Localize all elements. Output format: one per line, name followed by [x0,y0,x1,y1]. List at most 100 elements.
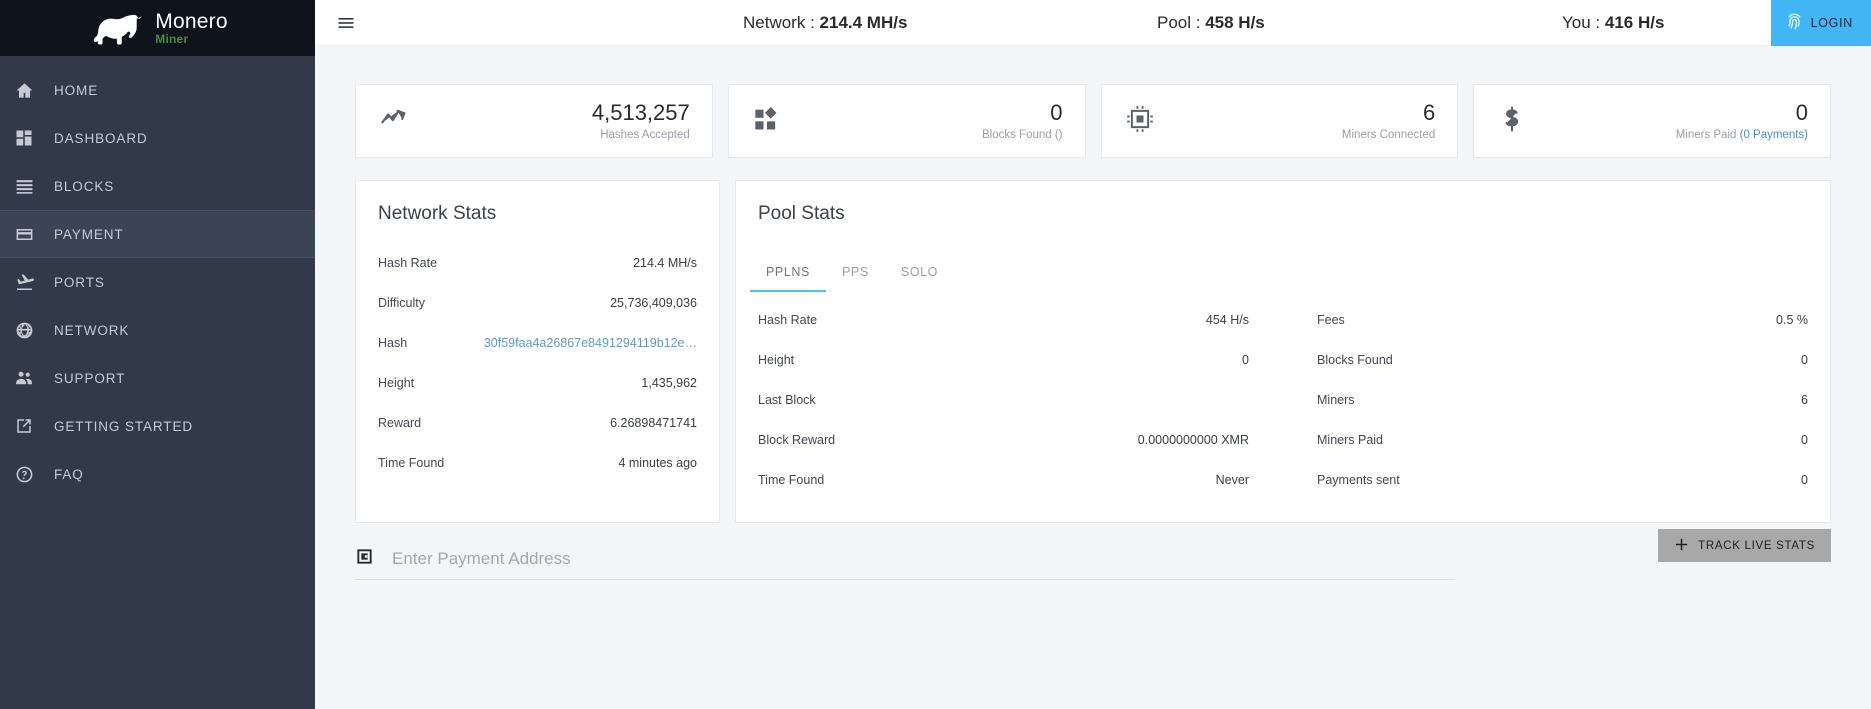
row-key: Fees [1317,313,1345,327]
brand-logo[interactable]: Monero Miner [0,0,315,56]
header-you-stat: You : 416 H/s [1562,13,1664,33]
pool-stats-grid: Hash Rate 454 H/s Height 0 Last Block Bl… [736,300,1830,500]
sidebar-item-faq[interactable]: FAQ [0,450,315,498]
sidebar-item-label: FAQ [54,466,84,482]
sidebar-item-label: PAYMENT [54,226,124,242]
stat-card-miners-connected: 6 Miners Connected [1100,84,1459,158]
chart-line-icon [380,105,408,138]
question-circle-icon [12,462,36,486]
track-live-stats-button[interactable]: TRACK LIVE STATS [1658,529,1831,562]
network-stats-panel: Network Stats Hash Rate 214.4 MH/s Diffi… [355,180,720,523]
stat-card-value: 0 [1795,99,1808,125]
login-button[interactable]: LOGIN [1770,0,1871,46]
stat-card-value: 4,513,257 [591,99,690,125]
header-network-value: 214.4 MH/s [819,12,908,32]
payments-link[interactable]: (0 Payments) [1740,129,1808,141]
header-network-label: Network : [743,12,815,32]
stat-card-label-text: Miners Connected [1341,129,1436,142]
sidebar-item-label: HOME [54,82,99,98]
row-key: Hash Rate [758,313,818,327]
stat-card-hashes-accepted: 4,513,257 Hashes Accepted [355,84,713,158]
dashboard-icon [12,126,36,150]
row-key: Payments sent [1317,473,1400,487]
network-stat-row: Hash 30f59faa4a26867e8491294119b12e… [378,323,697,363]
row-value: 0 [1801,433,1808,447]
sidebar-item-ports[interactable]: PORTS [0,258,315,306]
stat-card-label: Miners Connected [1342,129,1435,141]
sidebar-item-dashboard[interactable]: DASHBOARD [0,114,315,162]
sidebar-item-label: DASHBOARD [54,130,148,146]
header-pool-label: Pool : [1157,12,1201,32]
stat-card-value: 6 [1423,99,1436,125]
pool-stat-row: Payments sent 0 [1317,460,1808,500]
row-key: Time Found [758,473,825,487]
sidebar: Monero Miner HOME DASHBOARD BLOCKS PAYME… [0,0,315,709]
payment-row: TRACK LIVE STATS [355,529,1831,580]
tab-pplns[interactable]: PPLNS [750,255,826,292]
blocks-shapes-icon [753,105,781,138]
row-value: 1,435,962 [641,376,697,390]
stat-card-label: Miners Paid (0 Payments) [1676,129,1808,141]
home-icon [12,78,36,102]
row-value: 6.26898471741 [610,416,697,430]
pool-stat-row: Blocks Found 0 [1317,340,1808,380]
dollar-icon [1498,105,1526,138]
sidebar-item-network[interactable]: NETWORK [0,306,315,354]
network-stat-row: Time Found 4 minutes ago [378,443,697,483]
pool-stat-row: Miners Paid 0 [1317,420,1808,460]
sidebar-item-support[interactable]: SUPPORT [0,354,315,402]
stat-card-label: Blocks Found () [982,129,1063,141]
stat-card-blocks-found: 0 Blocks Found () [727,84,1086,158]
sidebar-item-home[interactable]: HOME [0,66,315,114]
row-value: 0 [1801,473,1808,487]
payment-address-field [355,547,1455,580]
track-live-stats-label: TRACK LIVE STATS [1698,539,1815,552]
stat-card-label-text: Hashes Accepted [600,129,690,142]
row-key: Miners [1317,393,1355,407]
sidebar-item-blocks[interactable]: BLOCKS [0,162,315,210]
plus-icon [1674,537,1689,555]
row-value-hash-link[interactable]: 30f59faa4a26867e8491294119b12e… [484,336,697,350]
pool-stats-title: Pool Stats [758,203,845,224]
pool-stat-row: Fees 0.5 % [1317,300,1808,340]
pool-stat-row: Hash Rate 454 H/s [758,300,1249,340]
stat-card-values: 4,513,257 Hashes Accepted [592,101,690,141]
header-network-stat: Network : 214.4 MH/s [743,13,907,33]
row-value: 4 minutes ago [618,456,697,470]
stat-card-label-text: Blocks Found () [981,129,1063,142]
row-key: Hash Rate [378,256,438,270]
top-header: Network : 214.4 MH/s Pool : 458 H/s You … [315,0,1871,46]
sidebar-item-label: PORTS [54,274,105,290]
hamburger-icon[interactable] [323,13,369,33]
fingerprint-icon [1785,12,1804,34]
pool-stats-left-column: Hash Rate 454 H/s Height 0 Last Block Bl… [758,300,1283,500]
network-stat-row: Hash Rate 214.4 MH/s [378,243,697,283]
stat-card-value: 0 [1050,99,1063,125]
pool-stats-panel: Pool Stats PPLNS PPS SOLO Hash Rate 454 … [735,180,1831,523]
tab-solo[interactable]: SOLO [885,255,954,292]
rhino-logo-icon [87,10,145,46]
network-stat-row: Reward 6.26898471741 [378,403,697,443]
payment-address-input[interactable] [392,549,1455,569]
stat-card-values: 6 Miners Connected [1342,101,1435,141]
row-key: Block Reward [758,433,836,447]
row-key: Hash [378,336,408,350]
network-stats-title: Network Stats [378,203,497,224]
page-root: Monero Miner HOME DASHBOARD BLOCKS PAYME… [0,0,1871,709]
row-value: 454 H/s [1205,313,1249,327]
row-key: Miners Paid [1317,433,1383,447]
row-key: Height [758,353,795,367]
row-key: Reward [378,416,422,430]
stat-card-values: 0 Miners Paid (0 Payments) [1676,101,1808,141]
tab-pps[interactable]: PPS [826,255,885,292]
row-value: 0 [1801,353,1808,367]
row-key: Difficulty [378,296,426,310]
sidebar-item-label: GETTING STARTED [54,418,194,434]
row-value: 0.0000000000 XMR [1137,433,1249,447]
main-area: Network : 214.4 MH/s Pool : 458 H/s You … [315,0,1871,709]
sidebar-item-getting-started[interactable]: GETTING STARTED [0,402,315,450]
stat-card-label-text: Miners Paid [1675,129,1740,142]
brand-name: Monero [155,10,228,33]
sidebar-item-payment[interactable]: PAYMENT [0,210,315,258]
sidebar-item-label: SUPPORT [54,370,126,386]
